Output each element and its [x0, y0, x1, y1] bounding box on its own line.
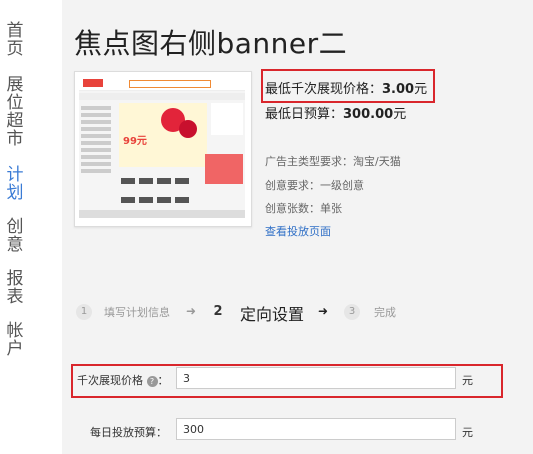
- preview-user-panel: [211, 103, 243, 135]
- preview-footer: [79, 210, 245, 218]
- preview-logo: [83, 79, 103, 87]
- view-placement-page-link[interactable]: 查看投放页面: [265, 223, 331, 239]
- preview-promo-text: 99元: [123, 136, 147, 147]
- step-arrow-icon: ➜: [318, 304, 329, 318]
- min-cpm-price: 最低千次展现价格：3.00元: [265, 82, 428, 97]
- step-2-label: 定向设置: [240, 305, 305, 324]
- preview-header: [79, 76, 245, 91]
- preview-search-bar: [129, 80, 211, 88]
- step-1-label: 填写计划信息: [104, 306, 170, 319]
- step-2-number: 2: [213, 304, 223, 319]
- preview-nav-bar: [79, 93, 245, 100]
- creative-count: 创意张数：单张: [265, 202, 342, 215]
- sidebar-item-creative[interactable]: 创 意: [4, 218, 26, 254]
- sidebar-item-report[interactable]: 报 表: [4, 270, 26, 306]
- step-arrow-icon: ➜: [186, 304, 197, 318]
- step-3-number: 3: [344, 304, 360, 320]
- preview-screenshot: 99元: [79, 76, 245, 218]
- step-3-label: 完成: [374, 306, 396, 319]
- advertiser-type-requirement: 广告主类型要求：淘宝/天猫: [265, 155, 401, 168]
- min-daily-budget: 最低日预算：300.00元: [265, 107, 407, 122]
- budget-unit: 元: [462, 426, 473, 439]
- preview-category-list: [81, 103, 115, 175]
- sidebar-item-plan[interactable]: 计 划: [4, 166, 26, 202]
- daily-budget-input[interactable]: 300: [176, 418, 456, 440]
- cpm-price-input[interactable]: 3: [176, 367, 456, 389]
- daily-budget-label: 每日投放预算：: [90, 426, 167, 439]
- page-title: 焦点图右侧banner二: [74, 27, 348, 60]
- preview-right-banner-slot: [205, 154, 243, 184]
- sidebar-item-account[interactable]: 帐 户: [4, 322, 26, 358]
- sidebar-item-home[interactable]: 首 页: [4, 22, 26, 58]
- preview-brand-logos: [119, 172, 205, 218]
- main-content: 焦点图右侧banner二 99元 最低千次展现价格：3.00元 最低日预算：30…: [62, 0, 533, 454]
- banner-preview-image: 99元: [74, 71, 252, 227]
- preview-flower-graphic-2: [179, 120, 197, 138]
- cpm-unit: 元: [462, 374, 473, 387]
- cpm-price-label: 千次展现价格 ?：: [77, 374, 169, 387]
- creative-requirement: 创意要求：一级创意: [265, 179, 364, 192]
- sidebar: 首 页 展 位 超 市 计 划 创 意 报 表 帐 户: [0, 0, 62, 454]
- sidebar-item-booth-market[interactable]: 展 位 超 市: [4, 76, 26, 148]
- help-icon[interactable]: ?: [146, 375, 158, 387]
- step-1-number: 1: [76, 304, 92, 320]
